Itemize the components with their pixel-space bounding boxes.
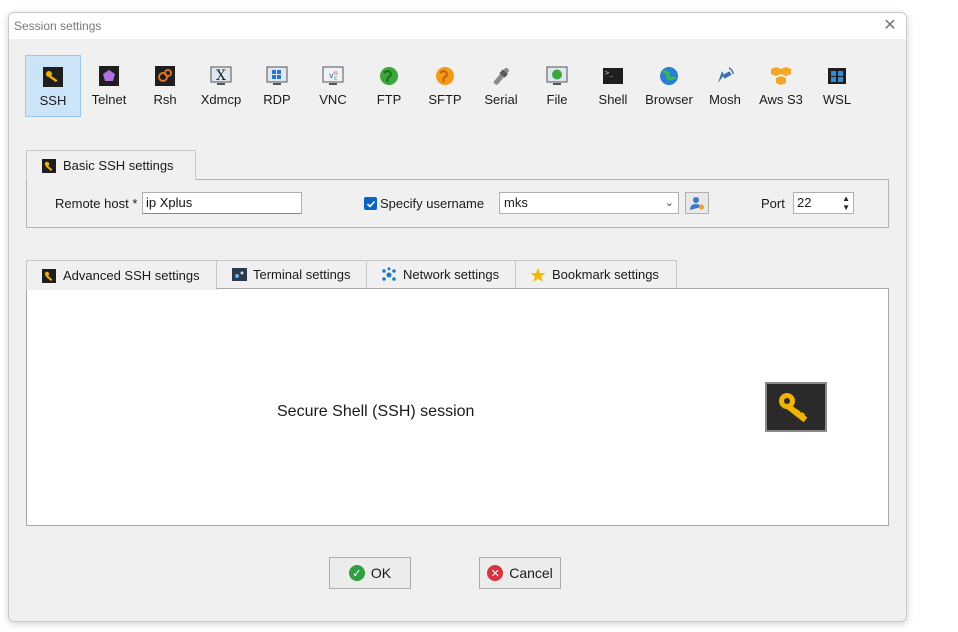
mosh-icon [714,65,736,87]
session-type-aws-s3[interactable]: Aws S3 [753,55,809,117]
session-type-toolbar: SSH Telnet Rsh X Xdmcp RDP v n c VNC FTP… [25,55,865,119]
specify-username-checkbox[interactable] [364,197,377,210]
tab-label: Basic SSH settings [63,158,174,173]
rsh-icon [154,65,176,87]
ok-label: OK [370,565,392,581]
serial-icon [490,65,512,87]
remote-host-input[interactable]: ip Xplus [142,192,302,214]
specify-username-label: Specify username [380,196,485,211]
tab-advanced-ssh-settings[interactable]: Advanced SSH settings [26,260,217,290]
remote-host-label: Remote host * [55,196,138,211]
cancel-icon: ✕ [487,565,504,581]
session-type-xdmcp[interactable]: X Xdmcp [193,55,249,117]
port-value: 22 [797,195,812,210]
username-value: mks [504,195,528,210]
session-info-panel: Secure Shell (SSH) session [26,288,889,526]
session-description: Secure Shell (SSH) session [277,403,475,420]
check-icon: ✓ [348,565,365,581]
basic-settings-panel: Remote host * ip Xplus Specify username … [26,179,889,228]
session-type-serial[interactable]: Serial [473,55,529,117]
cancel-button[interactable]: ✕ Cancel [479,557,561,589]
session-type-telnet[interactable]: Telnet [81,55,137,117]
tab-label: Network settings [403,267,500,282]
sftp-icon [434,65,456,87]
telnet-icon [98,65,120,87]
spin-down-icon[interactable]: ▼ [842,203,850,212]
tab-network-settings[interactable]: Network settings [366,260,516,288]
svg-text:c: c [334,75,337,82]
xdmcp-icon: X [210,65,232,87]
tab-label: Bookmark settings [552,267,659,282]
user-manager-button[interactable] [685,192,709,214]
port-label: Port [761,196,785,211]
wrench-icon [41,268,57,284]
tab-label: Advanced SSH settings [63,268,200,283]
session-type-browser[interactable]: Browser [641,55,697,117]
window-title: Session settings [14,19,102,33]
svg-text:X: X [216,68,226,84]
shell-icon: >_ [602,65,624,87]
rdp-icon [266,65,288,87]
session-type-ftp[interactable]: FTP [361,55,417,117]
key-icon [765,382,827,432]
checkmark-icon [366,200,375,208]
session-type-file[interactable]: File [529,55,585,117]
session-type-rdp[interactable]: RDP [249,55,305,117]
session-type-vnc[interactable]: vnc VNC [305,55,361,117]
ok-button[interactable]: ✓ OK [329,557,411,589]
session-type-ssh[interactable]: SSH [25,55,81,117]
session-type-wsl[interactable]: WSL [809,55,865,117]
network-icon [381,266,397,283]
close-icon: ✕ [883,17,897,34]
tab-bookmark-settings[interactable]: Bookmark settings [515,260,677,288]
file-icon [546,65,568,87]
close-button[interactable]: ✕ [880,16,900,36]
browser-icon [658,65,680,87]
session-type-mosh[interactable]: Mosh [697,55,753,117]
session-type-rsh[interactable]: Rsh [137,55,193,117]
vnc-icon: vnc [322,65,344,87]
ftp-icon [378,65,400,87]
session-type-label: WSL [822,92,852,107]
tab-basic-ssh-settings[interactable]: Basic SSH settings [26,150,196,180]
chevron-down-icon: ⌄ [664,197,674,209]
port-input[interactable]: 22 ▲ ▼ [793,192,854,214]
session-settings-dialog: Session settings ✕ SSH Telnet Rsh X Xdmc… [8,12,907,622]
svg-text:>_: >_ [605,69,614,77]
user-icon [690,197,704,210]
ssh-icon [42,66,64,88]
port-spinner[interactable]: ▲ ▼ [842,194,850,212]
session-type-shell[interactable]: >_ Shell [585,55,641,117]
wsl-icon [826,65,848,87]
wrench-icon [41,158,57,174]
session-type-sftp[interactable]: SFTP [417,55,473,117]
terminal-icon [231,267,247,283]
cancel-label: Cancel [509,565,553,581]
tab-terminal-settings[interactable]: Terminal settings [216,260,367,288]
star-icon [530,267,546,283]
aws-s3-icon [770,65,792,87]
spin-up-icon[interactable]: ▲ [842,194,850,203]
title-bar: Session settings ✕ [9,13,906,39]
tab-label: Terminal settings [253,267,351,282]
username-combo[interactable]: mks ⌄ [499,192,679,214]
